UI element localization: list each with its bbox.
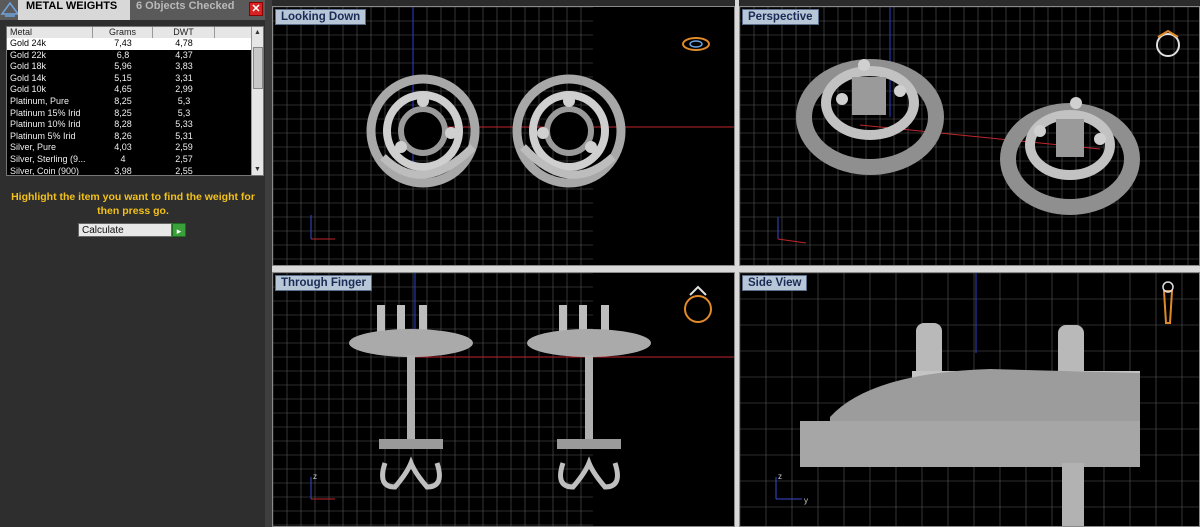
table-cell-grams: 4 — [120, 153, 126, 164]
calculate-dropdown[interactable]: Calculate — [78, 223, 172, 237]
table-cell-grams: 7,43 — [114, 38, 132, 48]
table-header: Metal Grams DWT — [7, 27, 263, 38]
tab-metal-weights[interactable]: METAL WEIGHTS — [18, 0, 130, 20]
view-cube-icon[interactable] — [684, 285, 712, 323]
table-row[interactable]: Gold 18k 5,96 3,83 — [7, 61, 263, 73]
earring-right-top[interactable] — [512, 74, 626, 188]
scroll-thumb[interactable] — [253, 47, 263, 89]
table-row[interactable]: Platinum 10% Irid 8,28 5,33 — [7, 119, 263, 131]
column-header-grams[interactable]: Grams — [93, 27, 153, 38]
table-cell-grams: 6,8 — [116, 49, 130, 60]
close-button[interactable]: ✕ — [249, 2, 263, 16]
table-cell-metal: Gold 22k — [10, 49, 47, 60]
metal-weights-table: Metal Grams DWT Gold 24k 7,43 4,78 Gold 22k… — [6, 26, 264, 176]
table-cell-dwt: 3,83 — [175, 61, 193, 72]
table-cell-dwt: 5,33 — [175, 119, 193, 130]
axis-gizmo — [310, 215, 335, 240]
table-cell-metal: Silver, Sterling (9... — [10, 153, 86, 164]
go-button[interactable]: ▸ — [172, 223, 186, 237]
viewport-perspective[interactable]: Perspective — [739, 6, 1200, 266]
table-body: Gold 24k 7,43 4,78 Gold 22k 6,8 4,37 Gold 18k 5… — [7, 38, 263, 176]
table-cell-grams: 8,28 — [114, 119, 132, 130]
table-cell-metal: Gold 10k — [10, 84, 47, 95]
table-cell-dwt: 4,78 — [175, 38, 193, 48]
table-row[interactable]: Gold 14k 5,15 3,31 — [7, 73, 263, 85]
viewport-looking-down[interactable]: Looking Down — [272, 6, 735, 266]
tab-objects-checked[interactable]: 6 Objects Checked — [132, 0, 246, 20]
table-cell-metal: Platinum 15% Irid — [10, 107, 81, 118]
table-scrollbar[interactable]: ▲ ▼ — [251, 27, 263, 175]
view-cube-icon[interactable] — [1162, 281, 1174, 324]
viewport-separator-vertical — [735, 0, 739, 527]
table-cell-dwt: 3,31 — [175, 72, 193, 83]
table-row[interactable]: Silver, Sterling (9... 4 2,57 — [7, 154, 263, 166]
viewport-title: Side View — [742, 275, 808, 291]
table-cell-grams: 8,25 — [114, 95, 132, 106]
table-cell-grams: 4,03 — [114, 142, 132, 153]
table-cell-metal: Gold 18k — [10, 61, 47, 72]
viewport-side-view[interactable]: z y Side View — [739, 272, 1200, 527]
axis-label-z: z — [778, 472, 782, 481]
table-row[interactable]: Platinum 5% Irid 8,26 5,31 — [7, 131, 263, 143]
side-view-scene: z y — [740, 273, 1199, 527]
table-row[interactable]: Silver, Pure 4,03 2,59 — [7, 142, 263, 154]
view-cube-icon[interactable] — [1156, 29, 1180, 57]
scroll-down-icon[interactable]: ▼ — [254, 166, 261, 173]
viewport-title: Through Finger — [275, 275, 372, 291]
table-cell-grams: 5,15 — [114, 72, 132, 83]
earring-left-top[interactable] — [366, 74, 480, 188]
earring-right-perspective[interactable] — [1000, 97, 1140, 215]
table-cell-dwt: 2,57 — [175, 153, 193, 164]
table-row[interactable]: Gold 10k 4,65 2,99 — [7, 84, 263, 96]
viewport-through-finger[interactable]: z Through Finger — [272, 272, 735, 527]
earring-left-side[interactable] — [349, 305, 473, 490]
table-cell-dwt: 5,31 — [175, 130, 193, 141]
earring-closeup[interactable] — [800, 323, 1140, 527]
through-finger-scene: z — [273, 273, 734, 526]
table-row[interactable]: Silver, Coin (900) 3,98 2,55 — [7, 165, 263, 176]
panel-divider — [265, 0, 272, 527]
table-cell-metal: Gold 24k — [10, 38, 47, 48]
metal-weights-panel: METAL WEIGHTS 6 Objects Checked ✕ Metal … — [0, 0, 265, 527]
axis-label-z: z — [313, 472, 317, 481]
axis-label-y: y — [804, 496, 808, 505]
table-cell-grams: 4,65 — [114, 84, 132, 95]
table-cell-dwt: 4,37 — [175, 49, 193, 60]
table-cell-dwt: 5,3 — [177, 107, 191, 118]
instruction-text: Highlight the item you want to find the … — [11, 191, 255, 217]
earring-left-perspective[interactable] — [796, 59, 944, 175]
table-row[interactable]: Gold 22k 6,8 4,37 — [7, 50, 263, 62]
table-cell-dwt: 5,3 — [177, 95, 191, 106]
column-header-metal[interactable]: Metal — [7, 27, 93, 38]
perspective-scene — [740, 7, 1199, 265]
table-cell-metal: Platinum 5% Irid — [10, 130, 76, 141]
table-cell-metal: Platinum 10% Irid — [10, 119, 81, 130]
table-cell-metal: Silver, Pure — [10, 142, 57, 153]
viewport-title: Looking Down — [275, 9, 367, 25]
table-cell-dwt: 2,59 — [175, 142, 193, 153]
table-cell-metal: Silver, Coin (900) — [10, 165, 80, 176]
table-cell-dwt: 2,55 — [175, 165, 193, 176]
table-cell-dwt: 2,99 — [175, 84, 193, 95]
column-header-dwt[interactable]: DWT — [153, 27, 215, 38]
table-row[interactable]: Platinum 15% Irid 8,25 5,3 — [7, 108, 263, 120]
panel-tab-bar: METAL WEIGHTS 6 Objects Checked ✕ — [0, 0, 265, 20]
table-row[interactable]: Platinum, Pure 8,25 5,3 — [7, 96, 263, 108]
table-cell-metal: Gold 14k — [10, 72, 47, 83]
axis-gizmo: z — [310, 472, 335, 500]
table-cell-metal: Platinum, Pure — [10, 95, 70, 106]
table-cell-grams: 8,25 — [114, 107, 132, 118]
earring-right-side[interactable] — [527, 305, 651, 490]
scroll-up-icon[interactable]: ▲ — [254, 29, 261, 36]
table-row[interactable]: Gold 24k 7,43 4,78 — [7, 38, 263, 50]
looking-down-scene — [273, 7, 734, 265]
table-cell-grams: 8,26 — [114, 130, 132, 141]
app-logo-icon — [0, 1, 20, 17]
table-cell-grams: 5,96 — [114, 61, 132, 72]
table-cell-grams: 3,98 — [114, 165, 132, 176]
view-cube-icon[interactable] — [682, 37, 710, 51]
viewport-title: Perspective — [742, 9, 819, 25]
